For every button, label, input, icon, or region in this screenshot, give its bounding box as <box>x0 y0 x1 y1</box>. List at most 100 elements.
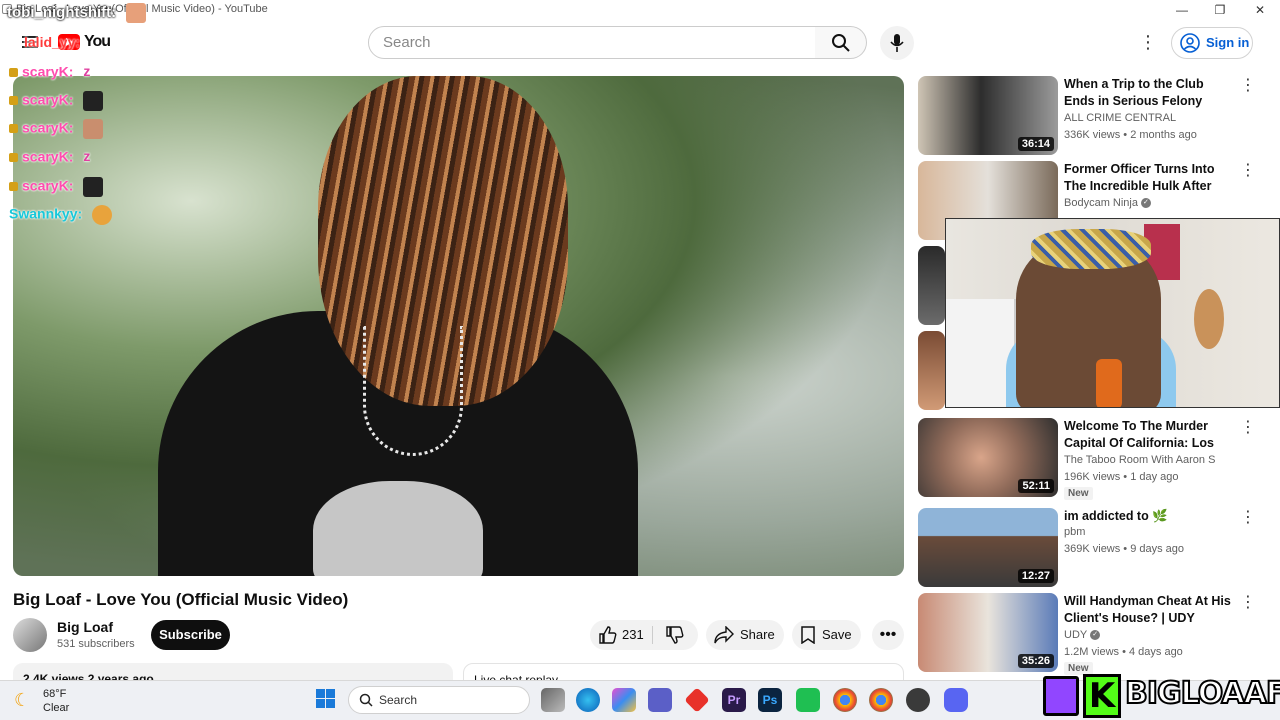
video-player[interactable] <box>13 76 904 576</box>
chat-username: scaryK: <box>22 119 74 136</box>
recommended-title[interactable]: Welcome To The Murder Capital Of Califor… <box>1064 418 1236 452</box>
channel-name[interactable]: Big Loaf <box>57 619 113 635</box>
chat-message: tobi_nightshift: <box>7 3 147 23</box>
chat-emote-icon <box>83 91 104 111</box>
recommended-channel[interactable]: Bodycam Ninja ✓ <box>1064 197 1151 209</box>
settings-menu-icon[interactable]: ⋮ <box>1139 30 1157 54</box>
recommended-title[interactable]: When a Trip to the Club Ends in Serious … <box>1064 76 1236 110</box>
recommended-video[interactable]: 35:26 Will Handyman Cheat At His Client'… <box>918 593 1263 675</box>
chat-username: scaryK: <box>22 177 74 194</box>
sign-in-label: Sign in <box>1206 35 1250 50</box>
dislike-button[interactable] <box>665 625 685 645</box>
chrome-icon[interactable] <box>869 688 893 712</box>
recommended-title[interactable]: Former Officer Turns Into The Incredible… <box>1064 161 1236 195</box>
chat-emote-icon <box>83 177 104 197</box>
chat-username: scaryK: <box>22 148 74 165</box>
voice-search-button[interactable] <box>880 26 914 60</box>
weather-temp: 68°F <box>43 688 67 700</box>
recommended-channel[interactable]: UDY ✓ <box>1064 629 1101 641</box>
close-button[interactable]: ✕ <box>1240 0 1280 20</box>
youtube-logo-text[interactable]: You <box>84 33 111 51</box>
video-frame-skull-print <box>313 481 483 576</box>
recommended-meta: 369K views • 9 days ago <box>1064 543 1185 555</box>
edge-icon[interactable] <box>576 688 600 712</box>
recommended-meta: 196K views • 1 day ago <box>1064 471 1179 483</box>
video-thumbnail[interactable]: 36:14 <box>918 76 1058 155</box>
search-input[interactable]: Search <box>368 26 816 59</box>
premiere-pro-icon[interactable]: Pr <box>722 688 746 712</box>
recommended-title[interactable]: Will Handyman Cheat At His Client's Hous… <box>1064 593 1236 627</box>
video-title: Big Loaf - Love You (Official Music Vide… <box>13 590 349 609</box>
verified-icon: ✓ <box>1090 630 1101 641</box>
copilot-icon[interactable] <box>612 688 636 712</box>
subscriber-count: 531 subscribers <box>57 638 135 650</box>
streamer-webcam-overlay <box>945 218 1280 408</box>
recommended-title[interactable]: im addicted to 🌿 <box>1064 508 1236 525</box>
chat-emote-icon <box>126 3 147 23</box>
more-actions-button[interactable]: ••• <box>872 620 904 650</box>
video-options-icon[interactable]: ⋮ <box>1240 163 1256 179</box>
recommended-video-partial[interactable] <box>918 331 945 411</box>
recommended-video[interactable]: 12:27 im addicted to 🌿 pbm 369K views • … <box>918 508 1263 588</box>
discord-icon[interactable] <box>944 688 968 712</box>
subscribe-button[interactable]: Subscribe <box>151 620 230 650</box>
moon-icon: ☾ <box>14 690 31 710</box>
share-icon <box>714 626 734 644</box>
recommended-channel[interactable]: ALL CRIME CENTRAL <box>1064 112 1176 124</box>
like-button[interactable] <box>598 625 618 645</box>
video-thumbnail[interactable]: 12:27 <box>918 508 1058 587</box>
start-button[interactable] <box>316 689 336 709</box>
recommended-channel-name: Bodycam Ninja <box>1064 197 1138 209</box>
chat-username: scaryK: <box>22 63 74 80</box>
video-thumbnail[interactable] <box>918 331 945 410</box>
window-titlebar: Big Loaf - Love You(Official Music Video… <box>0 0 1280 20</box>
recommended-video-partial[interactable] <box>918 246 945 326</box>
recommended-channel[interactable]: The Taboo Room With Aaron S <box>1064 454 1215 466</box>
chat-emote-icon <box>92 205 113 225</box>
video-options-icon[interactable]: ⋮ <box>1240 78 1256 94</box>
video-options-icon[interactable]: ⋮ <box>1240 510 1256 526</box>
obs-icon[interactable] <box>906 688 930 712</box>
chat-username: lalid_yy: <box>24 34 81 50</box>
streamer-name: BIGLOAAF <box>1124 675 1280 712</box>
chat-username: scaryK: <box>22 91 74 108</box>
video-thumbnail[interactable]: 52:11 <box>918 418 1058 497</box>
recommended-video[interactable]: 36:14 When a Trip to the Club Ends in Se… <box>918 76 1263 156</box>
share-button[interactable]: Share <box>706 620 784 650</box>
photoshop-icon[interactable]: Ps <box>758 688 782 712</box>
video-thumbnail[interactable]: 35:26 <box>918 593 1058 672</box>
webcam-guitar <box>1194 289 1224 349</box>
bookmark-icon <box>801 626 815 644</box>
chat-username: Swannkyy: <box>9 205 83 222</box>
sub-badge-icon <box>9 152 18 162</box>
save-button[interactable]: Save <box>792 620 861 650</box>
sign-in-button[interactable]: Sign in <box>1171 27 1253 59</box>
share-label: Share <box>740 627 775 642</box>
video-options-icon[interactable]: ⋮ <box>1240 595 1256 611</box>
like-dislike-group: 231 <box>590 620 698 650</box>
video-duration: 36:14 <box>1017 137 1054 151</box>
stream-branding: K BIGLOAAF <box>1043 672 1280 720</box>
like-count: 231 <box>622 627 644 642</box>
recommended-video[interactable]: 52:11 Welcome To The Murder Capital Of C… <box>918 418 1263 500</box>
video-options-icon[interactable]: ⋮ <box>1240 420 1256 436</box>
channel-avatar[interactable] <box>13 618 47 652</box>
recommended-channel[interactable]: pbm <box>1064 526 1085 538</box>
microphone-icon <box>890 34 904 52</box>
maximize-button[interactable]: ❐ <box>1200 0 1240 20</box>
verified-icon: ✓ <box>1140 198 1151 209</box>
recommended-meta: 336K views • 2 months ago <box>1064 129 1197 141</box>
chat-message: lalid_yy: <box>24 34 80 50</box>
app-icon[interactable] <box>796 688 820 712</box>
search-icon <box>832 34 850 52</box>
chat-message: scaryK: <box>9 177 104 197</box>
task-view-icon[interactable] <box>541 688 565 712</box>
chat-message: Swannkyy: <box>9 205 113 225</box>
chrome-icon[interactable] <box>833 688 857 712</box>
search-button[interactable] <box>815 26 867 59</box>
sub-badge-icon <box>9 67 18 77</box>
teams-icon[interactable] <box>648 688 672 712</box>
taskbar-search[interactable]: Search <box>348 686 530 714</box>
video-thumbnail[interactable] <box>918 246 945 325</box>
minimize-button[interactable]: — <box>1162 0 1202 20</box>
